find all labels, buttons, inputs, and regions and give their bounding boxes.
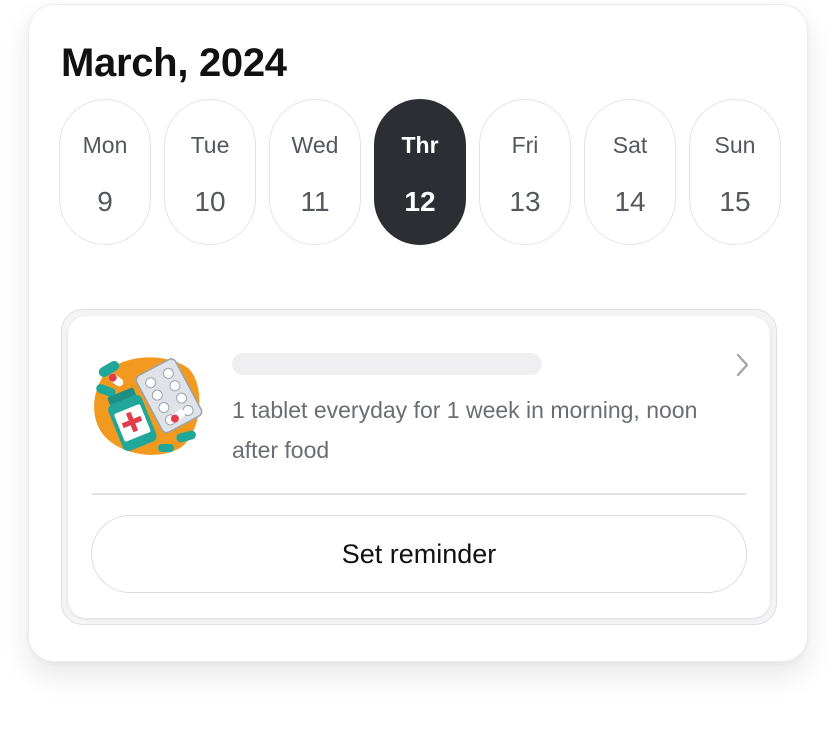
chevron-right-icon[interactable] xyxy=(730,350,754,380)
day-name: Sat xyxy=(612,132,648,158)
day-name: Thr xyxy=(401,132,439,158)
medicine-name-placeholder xyxy=(232,353,542,375)
day-number: 14 xyxy=(614,186,646,217)
day-name: Sun xyxy=(714,132,756,158)
day-name: Mon xyxy=(82,132,128,158)
medication-container: 1 tablet everyday for 1 week in morning,… xyxy=(61,309,777,625)
day-number: 15 xyxy=(719,186,751,217)
set-reminder-button[interactable]: Set reminder xyxy=(91,515,747,593)
day-selector: Mon 9 Tue 10 Wed 11 Thr 12 Fri 13 Sat 14… xyxy=(59,99,781,245)
month-title: March, 2024 xyxy=(61,41,287,85)
day-number: 12 xyxy=(404,186,436,217)
day-pill[interactable]: Sat 14 xyxy=(584,99,676,245)
day-pill[interactable]: Mon 9 xyxy=(59,99,151,245)
day-number: 13 xyxy=(509,186,541,217)
day-number: 11 xyxy=(300,186,330,217)
medication-schedule-card: March, 2024 Mon 9 Tue 10 Wed 11 Thr 12 F… xyxy=(28,4,808,662)
dosage-instructions: 1 tablet everyday for 1 week in morning,… xyxy=(232,397,698,463)
day-pill[interactable]: Sun 15 xyxy=(689,99,781,245)
day-name: Tue xyxy=(190,132,230,158)
day-name: Wed xyxy=(291,132,339,158)
day-name: Fri xyxy=(511,132,539,158)
medication-card[interactable]: 1 tablet everyday for 1 week in morning,… xyxy=(68,316,770,618)
day-pill[interactable]: Tue 10 xyxy=(164,99,256,245)
day-number: 10 xyxy=(194,186,226,217)
day-pill[interactable]: Wed 11 xyxy=(269,99,361,245)
day-pill[interactable]: Fri 13 xyxy=(479,99,571,245)
day-number: 9 xyxy=(97,186,113,217)
medicine-pills-icon xyxy=(94,357,203,455)
divider xyxy=(92,493,746,495)
day-pill-selected[interactable]: Thr 12 xyxy=(374,99,466,245)
